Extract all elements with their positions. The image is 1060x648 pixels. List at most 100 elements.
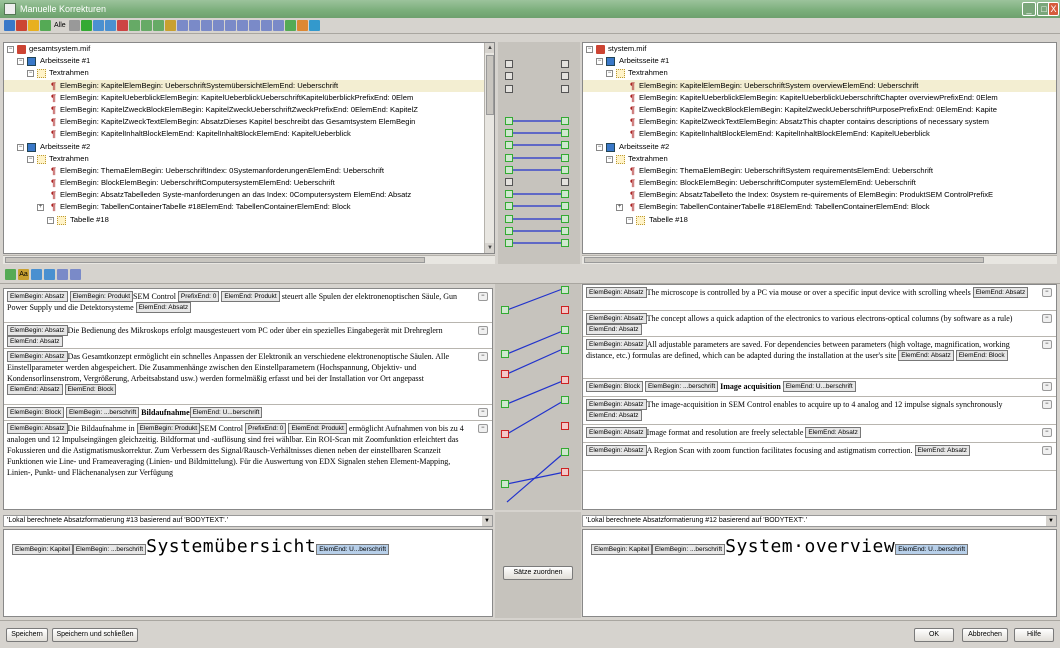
- save-close-button[interactable]: Speichern und schließen: [52, 628, 138, 642]
- link-node[interactable]: [561, 117, 569, 125]
- sentence-row[interactable]: ElemBegin: Absatz A Region Scan with zoom…: [583, 443, 1056, 471]
- link-node[interactable]: [505, 85, 513, 93]
- tree-item[interactable]: ¶ ElemBegin: KapitelZweckTextElemBegin: A…: [4, 116, 494, 128]
- link-node[interactable]: [561, 129, 569, 137]
- right-sentence-list[interactable]: ElemBegin: Absatz The microscope is contr…: [582, 284, 1057, 510]
- sentence-link-node[interactable]: [501, 370, 509, 378]
- tag-icon-15[interactable]: [296, 20, 308, 31]
- tag-icon-4[interactable]: [164, 20, 176, 31]
- sentence-menu-icon[interactable]: ≡: [478, 352, 488, 361]
- tree-view-icon[interactable]: [4, 20, 15, 31]
- sentence-menu-icon[interactable]: ≡: [478, 408, 488, 417]
- tag-icon-6[interactable]: [188, 20, 200, 31]
- link-node[interactable]: [561, 239, 569, 247]
- arrow-left-icon[interactable]: [31, 269, 42, 280]
- save-button[interactable]: Speichern: [6, 628, 48, 642]
- link-node[interactable]: [561, 72, 569, 80]
- sentence-row[interactable]: ElemBegin: Absatz Die Bildaufnahme in Ele…: [4, 421, 492, 509]
- link-node[interactable]: [505, 239, 513, 247]
- sentence-link-node[interactable]: [561, 448, 569, 456]
- editor-text[interactable]: System·overview: [725, 536, 895, 557]
- sentence-link-node[interactable]: [561, 346, 569, 354]
- arrow-left-icon[interactable]: [92, 20, 104, 31]
- scroll-up-icon[interactable]: ▲: [485, 43, 494, 53]
- arrow-right-icon[interactable]: [104, 20, 116, 31]
- tree-textframe[interactable]: − Textrahmen: [4, 67, 494, 79]
- tree-page[interactable]: − Arbeitsseite #2: [583, 141, 1056, 153]
- tree-table[interactable]: − Tabelle #18: [583, 214, 1056, 226]
- tree-item[interactable]: ¶ ElemBegin: KapitelZweckBlockElemBegin: …: [4, 104, 494, 116]
- sentence-menu-icon[interactable]: ≡: [478, 326, 488, 335]
- tag-icon-9[interactable]: [224, 20, 236, 31]
- help-button[interactable]: Hilfe: [1014, 628, 1054, 642]
- tree-page[interactable]: − Arbeitsseite #1: [4, 55, 494, 67]
- sentence-row[interactable]: ElemBegin: Absatz Das Gesamtkonzept ermög…: [4, 349, 492, 405]
- link-node[interactable]: [505, 215, 513, 223]
- sentence-link-node[interactable]: [561, 326, 569, 334]
- sentence-link-node[interactable]: [501, 306, 509, 314]
- tree-item[interactable]: ¶ ElemBegin: KapitelUeberblickElemBegin: …: [583, 92, 1056, 104]
- link-node[interactable]: [561, 178, 569, 186]
- link-node[interactable]: [505, 117, 513, 125]
- sentence-row[interactable]: ElemBegin: Absatz The microscope is contr…: [583, 285, 1056, 311]
- right-sentence-editor[interactable]: ElemBegin: Kapitel ElemBegin: ...berschri…: [582, 529, 1057, 617]
- tag-icon-14[interactable]: [284, 20, 296, 31]
- tag-icon-2[interactable]: [140, 20, 152, 31]
- tree-item[interactable]: + ¶ ElemBegin: TabellenContainerTabelle #1…: [4, 201, 494, 213]
- tag-icon-5[interactable]: [176, 20, 188, 31]
- tree-item[interactable]: ¶ ElemBegin: ThemaElemBegin: Ueberschrift…: [583, 165, 1056, 177]
- tree-item[interactable]: ¶ ElemBegin: KapitelUeberblickElemBegin: …: [4, 92, 494, 104]
- link-node[interactable]: [505, 141, 513, 149]
- tree-page[interactable]: − Arbeitsseite #1: [583, 55, 1056, 67]
- link-node[interactable]: [561, 60, 569, 68]
- minimize-button[interactable]: _: [1022, 2, 1036, 16]
- tree-root[interactable]: − gesamtsystem.mif: [4, 43, 494, 55]
- sentence-link-node[interactable]: [501, 480, 509, 488]
- tree-textframe[interactable]: − Textrahmen: [4, 153, 494, 165]
- tree-root[interactable]: − stystem.mif: [583, 43, 1056, 55]
- link-node[interactable]: [561, 154, 569, 162]
- tree-item[interactable]: ¶ ElemBegin: KapitelZweckTextElemBegin: A…: [583, 116, 1056, 128]
- tag-icon-7[interactable]: [200, 20, 212, 31]
- link-node[interactable]: [505, 154, 513, 162]
- left-sentence-editor[interactable]: ElemBegin: Kapitel ElemBegin: ...berschri…: [3, 529, 493, 617]
- sentence-menu-icon[interactable]: ≡: [1042, 446, 1052, 455]
- tree-item[interactable]: ¶ ElemBegin: KapitelZweckBlockElemBegin: …: [583, 104, 1056, 116]
- tree-item[interactable]: + ¶ ElemBegin: TabellenContainerTabelle #1…: [583, 201, 1056, 213]
- tag-icon-1[interactable]: [128, 20, 140, 31]
- dropdown-arrow-icon[interactable]: ▼: [1046, 516, 1056, 526]
- link-node[interactable]: [505, 178, 513, 186]
- editor-text[interactable]: Systemübersicht: [146, 536, 316, 557]
- assign-sentences-button[interactable]: Sätze zuordnen: [503, 566, 573, 580]
- sentence-menu-icon[interactable]: ≡: [1042, 288, 1052, 297]
- left-tree-scrollbar[interactable]: ▲ ▼: [484, 43, 494, 253]
- tree-item[interactable]: ¶ ElemBegin: BlockElemBegin: Ueberschrift…: [4, 177, 494, 189]
- sentence-row[interactable]: ElemBegin: Absatz All adjustable paramete…: [583, 337, 1056, 379]
- sentence-menu-icon[interactable]: ≡: [1042, 400, 1052, 409]
- tree-textframe[interactable]: − Textrahmen: [583, 67, 1056, 79]
- tree-item[interactable]: ¶ ElemBegin: KapitelInhaltBlockElemEnd: K…: [4, 128, 494, 140]
- sentence-link-node[interactable]: [561, 286, 569, 294]
- sentence-link-node[interactable]: [561, 376, 569, 384]
- link-node[interactable]: [505, 129, 513, 137]
- tag-icon-11[interactable]: [248, 20, 260, 31]
- sentence-link-node[interactable]: [501, 430, 509, 438]
- tag-icon-3[interactable]: [152, 20, 164, 31]
- folder-icon[interactable]: [28, 20, 39, 31]
- sentence-row[interactable]: ElemBegin: Block ElemBegin: ...berschrif…: [4, 405, 492, 421]
- font-icon[interactable]: Aa: [18, 269, 29, 280]
- dropdown-arrow-icon[interactable]: ▼: [482, 516, 492, 526]
- tree-item[interactable]: ¶ ElemBegin: ThemaElemBegin: Ueberschrift…: [4, 165, 494, 177]
- sentence-row[interactable]: ElemBegin: Block ElemBegin: ...berschrif…: [583, 379, 1056, 397]
- sentence-row[interactable]: ElemBegin: Absatz Die Bedienung des Mikro…: [4, 323, 492, 349]
- left-format-select[interactable]: 'Lokal berechnete Absatzformatierung #13…: [3, 515, 493, 527]
- tag-icon-16[interactable]: [308, 20, 320, 31]
- tag-icon-8[interactable]: [212, 20, 224, 31]
- sentence-row[interactable]: ElemBegin: Absatz The concept allows a qu…: [583, 311, 1056, 337]
- link-node[interactable]: [505, 190, 513, 198]
- expand-icon[interactable]: [40, 20, 51, 31]
- tree-page[interactable]: − Arbeitsseite #2: [4, 141, 494, 153]
- left-structure-tree[interactable]: − gesamtsystem.mif − Arbeitsseite #1 − Text…: [3, 42, 495, 254]
- sentence-row[interactable]: ElemBegin: Absatz ElemBegin: Produkt SEM …: [4, 289, 492, 323]
- link-node[interactable]: [561, 141, 569, 149]
